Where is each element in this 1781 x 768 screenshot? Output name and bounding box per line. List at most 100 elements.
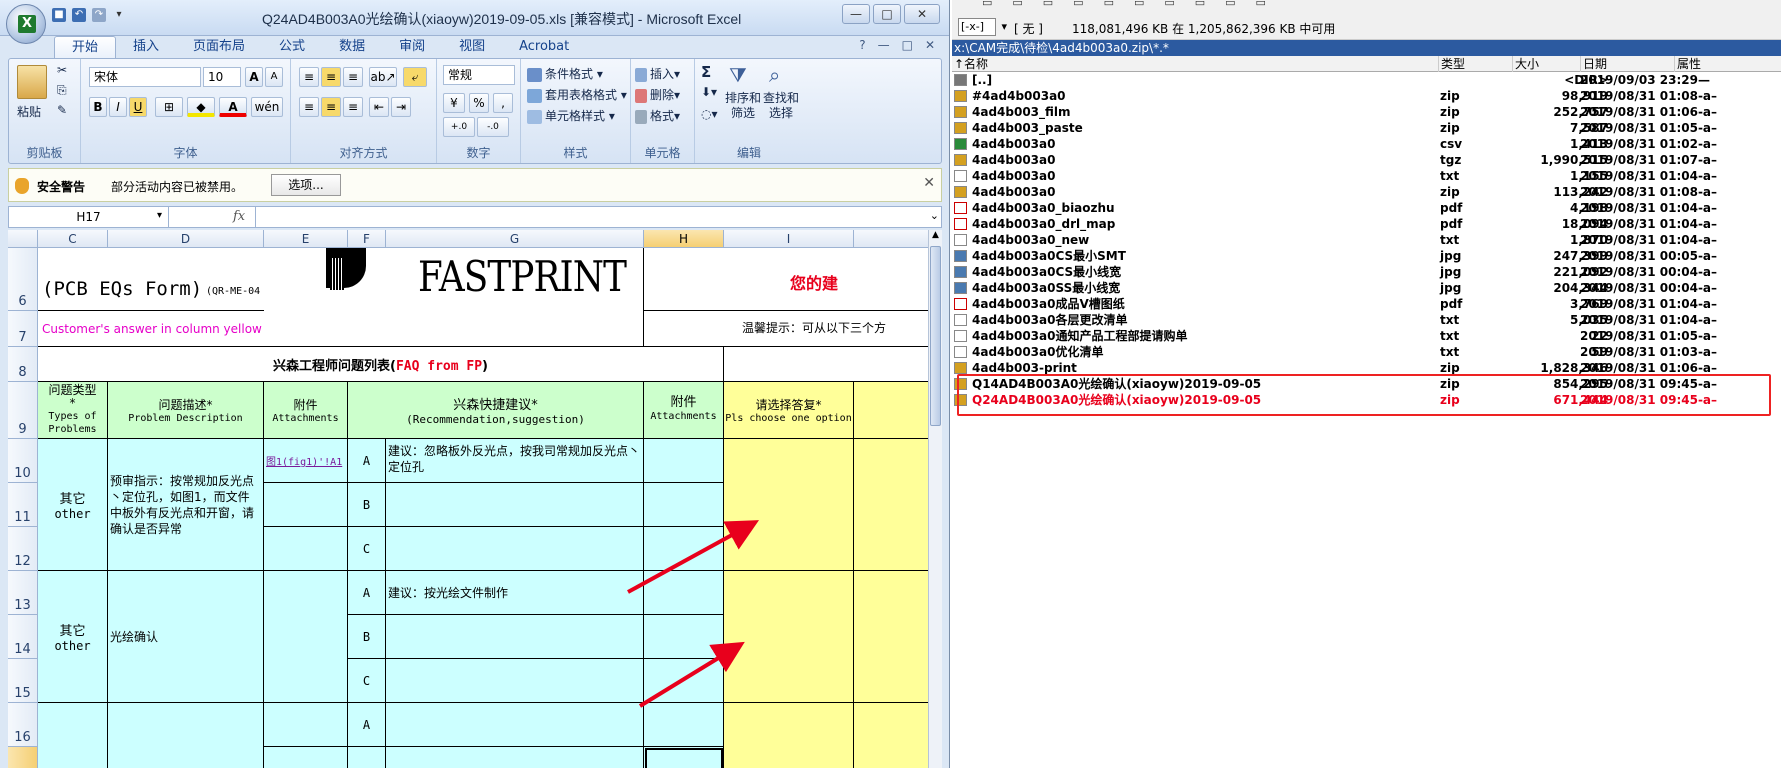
row-header-9[interactable]: 9 bbox=[8, 382, 38, 439]
conditional-format-button[interactable]: 条件格式 ▾ bbox=[527, 65, 603, 82]
percent-button[interactable]: % bbox=[469, 93, 489, 113]
attach2-a-1[interactable] bbox=[644, 439, 724, 483]
spreadsheet-grid[interactable]: C D E F G H I 6 7 8 9 10 11 12 13 14 15 … bbox=[8, 230, 928, 768]
tip-cell[interactable]: 温馨提示：可从以下三个方 bbox=[644, 311, 928, 347]
col-header-f[interactable]: F bbox=[348, 230, 386, 248]
find-select-icon[interactable]: ⌕ bbox=[769, 63, 793, 87]
faq-title-cell[interactable]: 兴森工程师问题列表(FAQ from FP) bbox=[38, 347, 724, 382]
align-bottom-icon[interactable]: ≡ bbox=[343, 67, 363, 87]
answer-cell-3[interactable] bbox=[724, 703, 854, 768]
option-b-2[interactable]: B bbox=[348, 615, 386, 659]
save-icon[interactable]: ■ bbox=[52, 8, 66, 22]
row-header-14[interactable]: 14 bbox=[8, 615, 38, 659]
font-name-select[interactable]: 宋体 bbox=[89, 67, 201, 87]
problem-desc-3[interactable] bbox=[108, 703, 264, 768]
recommend-a-3[interactable] bbox=[386, 703, 644, 747]
fill-icon[interactable]: ⬇▾ bbox=[701, 85, 717, 99]
problem-desc-2[interactable]: 光绘确认 bbox=[108, 571, 264, 703]
phonetic-button[interactable]: wén bbox=[251, 97, 283, 117]
row-header-13[interactable]: 13 bbox=[8, 571, 38, 615]
select-all-corner[interactable] bbox=[8, 230, 38, 248]
autosum-button[interactable]: Σ bbox=[701, 63, 711, 81]
col-header-c[interactable]: C bbox=[38, 230, 108, 248]
file-row[interactable]: 4ad4b003a0 tgz 1,990,515 2019/08/31 01:07-a… bbox=[952, 152, 1781, 168]
customer-answer-cell[interactable]: Customer's answer in column yellow ar bbox=[38, 311, 264, 347]
file-row[interactable]: 4ad4b003a0通知产品工程部提请购单 txt 22 2019/08/31 01:… bbox=[952, 328, 1781, 344]
extra-cell-3[interactable] bbox=[854, 703, 928, 768]
align-middle-icon[interactable]: ≡ bbox=[321, 67, 341, 87]
hdr-attach2-cell[interactable]: 附件 Attachments bbox=[644, 382, 724, 439]
col-header-i[interactable]: I bbox=[724, 230, 854, 248]
extra-cell-2[interactable] bbox=[854, 571, 928, 703]
sort-filter-icon[interactable]: ⧩ bbox=[729, 63, 753, 87]
col-header-d[interactable]: D bbox=[108, 230, 264, 248]
copy-icon[interactable]: ⎘ bbox=[57, 83, 67, 98]
font-size-select[interactable]: 10 bbox=[203, 67, 241, 87]
file-row[interactable]: 4ad4b003a0SS最小线宽 jpg 204,344 2019/08/31 00:… bbox=[952, 280, 1781, 296]
borders-icon[interactable]: ⊞ bbox=[155, 97, 183, 117]
help-icon[interactable]: ? bbox=[859, 38, 865, 52]
fill-color-icon[interactable]: ◆ bbox=[187, 97, 215, 117]
file-row[interactable]: 4ad4b003_film zip 252,757 2019/08/31 01:06-… bbox=[952, 104, 1781, 120]
form-title-cell[interactable]: (PCB EQs Form) (QR-ME-04 bbox=[38, 248, 264, 311]
drive-select[interactable]: [-x-] ▾ bbox=[958, 18, 1007, 36]
tab-acrobat[interactable]: Acrobat bbox=[502, 36, 586, 58]
attach2-b-1[interactable] bbox=[644, 483, 724, 527]
file-row[interactable]: 4ad4b003a0CS最小线宽 jpg 221,092 2019/08/31 00:… bbox=[952, 264, 1781, 280]
ribbon-minimize-icon[interactable]: — bbox=[878, 38, 890, 52]
row-header-15[interactable]: 15 bbox=[8, 659, 38, 703]
hdr-desc-cell[interactable]: 问题描述* Problem Description bbox=[108, 382, 264, 439]
recommend-c-2[interactable] bbox=[386, 659, 644, 703]
insert-cells-button[interactable]: 插入▾ bbox=[635, 65, 680, 82]
hdr-extra-cell[interactable] bbox=[854, 382, 928, 439]
option-a-3[interactable]: A bbox=[348, 703, 386, 747]
current-path[interactable]: x:\CAM完成\待检\4ad4b003a0.zip\*.* bbox=[952, 40, 1781, 56]
file-row[interactable]: 4ad4b003a0优化清单 txt 59 2019/08/31 01:03-a– bbox=[952, 344, 1781, 360]
paste-icon[interactable] bbox=[17, 65, 47, 99]
hdr-attach-cell[interactable]: 附件 Attachments bbox=[264, 382, 348, 439]
tab-view[interactable]: 视图 bbox=[442, 36, 502, 58]
align-top-icon[interactable]: ≡ bbox=[299, 67, 319, 87]
file-row[interactable]: 4ad4b003a0CS最小SMT jpg 247,399 2019/08/31 00… bbox=[952, 248, 1781, 264]
clear-icon[interactable]: ◌▾ bbox=[701, 107, 718, 121]
problem-desc-1[interactable]: 预审指示：按常规加反光点丶定位孔，如图1，而文件中板外有反光点和开窗，请确认是否… bbox=[108, 439, 264, 571]
file-row[interactable]: 4ad4b003a0_biaozhu pdf 4,198 2019/08/31 01:… bbox=[952, 200, 1781, 216]
close-button[interactable]: ✕ bbox=[904, 4, 940, 24]
redo-icon[interactable]: ↷ bbox=[92, 8, 106, 22]
attach2-a-2[interactable] bbox=[644, 571, 724, 615]
name-box[interactable]: H17 bbox=[9, 207, 169, 227]
ribbon-restore-icon[interactable]: □ bbox=[902, 38, 913, 52]
file-row[interactable]: 4ad4b003a0_drl_map pdf 18,094 2019/08/31 01… bbox=[952, 216, 1781, 232]
wrap-text-icon[interactable]: ⤶ bbox=[403, 67, 427, 87]
name-box-dropdown-icon[interactable]: ▾ bbox=[157, 210, 162, 221]
problem-type-1[interactable]: 其它 other bbox=[38, 439, 108, 571]
row8-right-cell[interactable] bbox=[724, 347, 928, 382]
scroll-thumb[interactable] bbox=[930, 246, 941, 426]
selected-cell-h17[interactable] bbox=[644, 747, 724, 768]
vertical-scrollbar[interactable]: ▲ bbox=[928, 230, 942, 768]
number-format-select[interactable]: 常规 bbox=[443, 65, 515, 85]
hdr-type-cell[interactable]: 问题类型* Types of Problems bbox=[38, 382, 108, 439]
tab-data[interactable]: 数据 bbox=[322, 36, 382, 58]
ribbon-close-icon[interactable]: ✕ bbox=[925, 38, 935, 52]
grow-font-button[interactable]: A bbox=[245, 67, 263, 87]
find-select-button[interactable]: 查找和 选择 bbox=[763, 91, 799, 121]
tab-home[interactable]: 开始 bbox=[54, 36, 117, 58]
file-row[interactable]: #4ad4b003a0 zip 98,919 2019/08/31 01:08-a– bbox=[952, 88, 1781, 104]
col-type-header[interactable]: 类型 bbox=[1438, 56, 1465, 72]
comma-button[interactable]: , bbox=[493, 93, 513, 113]
tab-formulas[interactable]: 公式 bbox=[262, 36, 322, 58]
tab-page-layout[interactable]: 页面布局 bbox=[176, 36, 262, 58]
tab-review[interactable]: 审阅 bbox=[382, 36, 442, 58]
col-header-h[interactable]: H bbox=[644, 230, 724, 248]
tab-insert[interactable]: 插入 bbox=[116, 36, 176, 58]
orientation-icon[interactable]: ab↗ bbox=[369, 67, 397, 87]
bold-button[interactable]: B bbox=[89, 97, 107, 117]
currency-icon[interactable]: ¥ bbox=[443, 93, 465, 113]
attach-2[interactable] bbox=[264, 571, 348, 703]
file-list[interactable]: [..] <DIR> 2019/09/03 23:29— #4ad4b003a0 zip… bbox=[952, 72, 1781, 768]
file-row[interactable]: 4ad4b003a0各层更改清单 txt 5,035 2019/08/31 01:04… bbox=[952, 312, 1781, 328]
cell-styles-button[interactable]: 单元格样式 ▾ bbox=[527, 107, 615, 124]
attach-3[interactable] bbox=[264, 703, 348, 747]
delete-cells-button[interactable]: 删除▾ bbox=[635, 86, 680, 103]
